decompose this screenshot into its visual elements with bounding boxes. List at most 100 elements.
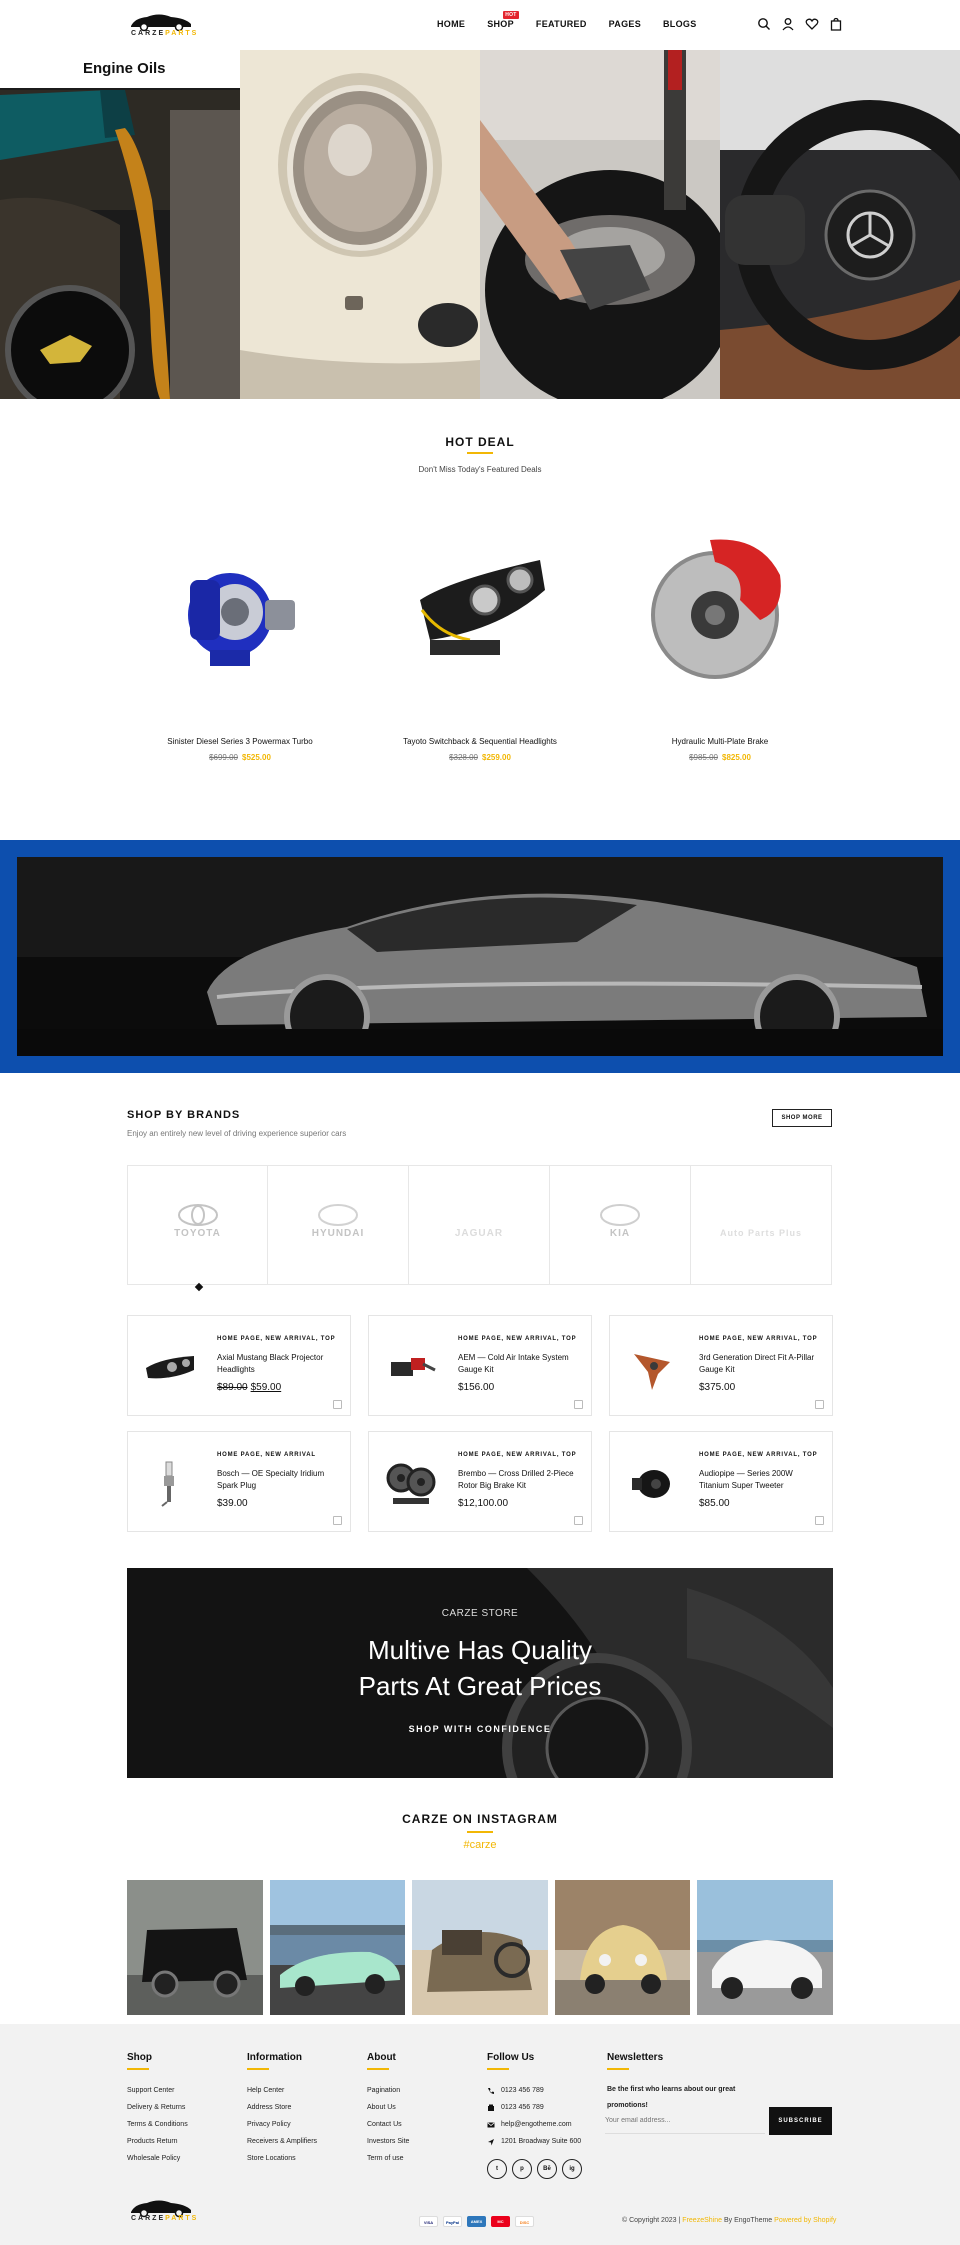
product-card[interactable]: HOME PAGE, NEW ARRIVAL, TOP Brembo — Cro… xyxy=(368,1431,592,1532)
footer-link[interactable]: Privacy Policy xyxy=(247,2116,317,2133)
deal-price: $328.00 $259.00 xyxy=(449,753,511,762)
footer-link[interactable]: Address Store xyxy=(247,2099,317,2116)
main-nav: HOME SHOP HOT FEATURED PAGES BLOGS xyxy=(437,11,719,29)
footer-link[interactable]: Wholesale Policy xyxy=(127,2150,188,2167)
email-line[interactable]: help@engotheme.com xyxy=(487,2116,582,2133)
product-card[interactable]: HOME PAGE, NEW ARRIVAL, TOP AEM — Cold A… xyxy=(368,1315,592,1416)
hot-deal-title: HOT DEAL xyxy=(445,435,515,449)
product-image xyxy=(161,1461,174,1507)
footer-link[interactable]: About Us xyxy=(367,2099,409,2116)
instagram-post[interactable] xyxy=(412,1880,548,2015)
brake-image xyxy=(651,539,781,679)
account-icon[interactable] xyxy=(781,17,795,31)
hero-tile-steering[interactable] xyxy=(720,50,960,399)
behance-icon[interactable]: Bē xyxy=(537,2159,557,2179)
search-icon[interactable] xyxy=(757,17,771,31)
nav-pages[interactable]: PAGES xyxy=(609,19,641,29)
twitter-icon[interactable]: t xyxy=(487,2159,507,2179)
product-card[interactable]: HOME PAGE, NEW ARRIVAL, TOP Axial Mustan… xyxy=(127,1315,351,1416)
add-to-cart-icon[interactable] xyxy=(574,1400,583,1409)
nav-shop[interactable]: SHOP HOT xyxy=(487,11,519,29)
car-banner[interactable] xyxy=(0,840,960,1073)
nav-featured[interactable]: FEATURED xyxy=(536,19,587,29)
brand-list: TOYOTA HYUNDAI JAGUAR KIA Auto Parts Plu… xyxy=(127,1165,833,1285)
footer-link[interactable]: Products Return xyxy=(127,2133,188,2150)
footer-link[interactable]: Help Center xyxy=(247,2082,317,2099)
shop-with-confidence-link[interactable]: SHOP WITH CONFIDENCE xyxy=(127,1724,833,1734)
wishlist-icon[interactable] xyxy=(805,17,819,31)
deal-card[interactable]: Tayoto Switchback & Sequential Headlight… xyxy=(360,520,600,770)
footer-link[interactable]: Store Locations xyxy=(247,2150,317,2167)
deal-card[interactable]: Sinister Diesel Series 3 Powermax Turbo … xyxy=(120,520,360,770)
product-card[interactable]: HOME PAGE, NEW ARRIVAL Bosch — OE Specia… xyxy=(127,1431,351,1532)
copyright: © Copyright 2023 | FreezeShine By EngoTh… xyxy=(622,2217,837,2224)
nav-home[interactable]: HOME xyxy=(437,19,465,29)
footer-about-column: About Pagination About Us Contact Us Inv… xyxy=(367,2052,409,2167)
cart-icon[interactable] xyxy=(829,17,843,31)
hero-tile-engine-oil[interactable] xyxy=(0,50,240,399)
footer-link[interactable]: Terms & Conditions xyxy=(127,2116,188,2133)
deal-name[interactable]: Sinister Diesel Series 3 Powermax Turbo xyxy=(120,737,360,746)
product-image xyxy=(391,1358,436,1376)
product-image xyxy=(634,1354,670,1390)
promo-banner[interactable]: CARZE STORE Multive Has Quality Parts At … xyxy=(127,1568,833,1778)
brand-kia[interactable]: KIA xyxy=(550,1165,691,1285)
copyright-brand-link[interactable]: FreezeShine xyxy=(682,2217,722,2224)
product-card[interactable]: HOME PAGE, NEW ARRIVAL, TOP 3rd Generati… xyxy=(609,1315,833,1416)
brand-jaguar[interactable]: JAGUAR xyxy=(409,1165,550,1285)
instagram-grid xyxy=(127,1880,833,2015)
logo-wordmark: CARZEPARTS xyxy=(131,30,199,37)
hero-tile-tire[interactable] xyxy=(480,50,720,399)
footer-follow-column: Follow Us 0123 456 789 0123 456 789 help… xyxy=(487,2052,582,2179)
shopify-link[interactable]: Powered by Shopify xyxy=(774,2217,836,2224)
footer-link[interactable]: Term of use xyxy=(367,2150,409,2167)
footer-link[interactable]: Pagination xyxy=(367,2082,409,2099)
brands-subtitle: Enjoy an entirely new level of driving e… xyxy=(127,1129,347,1138)
deal-card[interactable]: Hydraulic Multi-Plate Brake $985.00 $825.… xyxy=(600,520,840,770)
shop-more-button[interactable]: SHOP MORE xyxy=(772,1109,832,1127)
logo[interactable]: CARZEPARTS xyxy=(127,10,197,40)
deal-name[interactable]: Hydraulic Multi-Plate Brake xyxy=(600,737,840,746)
instagram-post[interactable] xyxy=(127,1880,263,2015)
kia-logo-icon xyxy=(600,1204,640,1226)
brand-toyota[interactable]: TOYOTA xyxy=(127,1165,268,1285)
add-to-cart-icon[interactable] xyxy=(333,1516,342,1525)
newsletter-email-input[interactable] xyxy=(605,2108,765,2134)
subscribe-button[interactable]: SUBSCRIBE xyxy=(769,2107,832,2135)
instagram-hashtag[interactable]: #carze xyxy=(0,1839,960,1851)
hero-tile-headlamp[interactable] xyxy=(240,50,480,399)
footer-link[interactable]: Support Center xyxy=(127,2082,188,2099)
payment-methods: VISA PayPal AMEX MC DISC xyxy=(419,2216,534,2227)
hot-badge: HOT xyxy=(503,11,519,19)
footer-link[interactable]: Receivers & Amplifiers xyxy=(247,2133,317,2150)
add-to-cart-icon[interactable] xyxy=(574,1516,583,1525)
footer-logo[interactable]: CARZEPARTS xyxy=(127,2200,197,2234)
brand-auto-parts-plus[interactable]: Auto Parts Plus xyxy=(691,1165,832,1285)
add-to-cart-icon[interactable] xyxy=(333,1400,342,1409)
add-to-cart-icon[interactable] xyxy=(815,1516,824,1525)
deal-name[interactable]: Tayoto Switchback & Sequential Headlight… xyxy=(360,737,600,746)
footer-link[interactable]: Delivery & Returns xyxy=(127,2099,188,2116)
site-header: CARZEPARTS HOME SHOP HOT FEATURED PAGES B… xyxy=(0,0,960,50)
footer-link[interactable]: Contact Us xyxy=(367,2116,409,2133)
instagram-post[interactable] xyxy=(697,1880,833,2015)
product-card[interactable]: HOME PAGE, NEW ARRIVAL, TOP Audiopipe — … xyxy=(609,1431,833,1532)
instagram-post[interactable] xyxy=(269,1880,406,2015)
instagram-icon[interactable]: ig xyxy=(562,2159,582,2179)
phone-icon xyxy=(488,2087,494,2094)
hero-caption: Engine Oils xyxy=(0,50,240,88)
footer-link[interactable]: Investors Site xyxy=(367,2133,409,2150)
brand-hyundai[interactable]: HYUNDAI xyxy=(268,1165,409,1285)
product-image xyxy=(146,1356,194,1379)
discover-icon: DISC xyxy=(515,2216,534,2227)
nav-blogs[interactable]: BLOGS xyxy=(663,19,697,29)
deal-price: $985.00 $825.00 xyxy=(689,753,751,762)
brands-title: SHOP BY BRANDS xyxy=(127,1109,241,1121)
instagram-post[interactable] xyxy=(554,1880,691,2015)
hero-collage: Engine Oils xyxy=(0,50,960,399)
title-underline xyxy=(467,1831,493,1833)
location-arrow-icon xyxy=(488,2138,494,2145)
add-to-cart-icon[interactable] xyxy=(815,1400,824,1409)
pinterest-icon[interactable]: p xyxy=(512,2159,532,2179)
visa-icon: VISA xyxy=(419,2216,438,2227)
